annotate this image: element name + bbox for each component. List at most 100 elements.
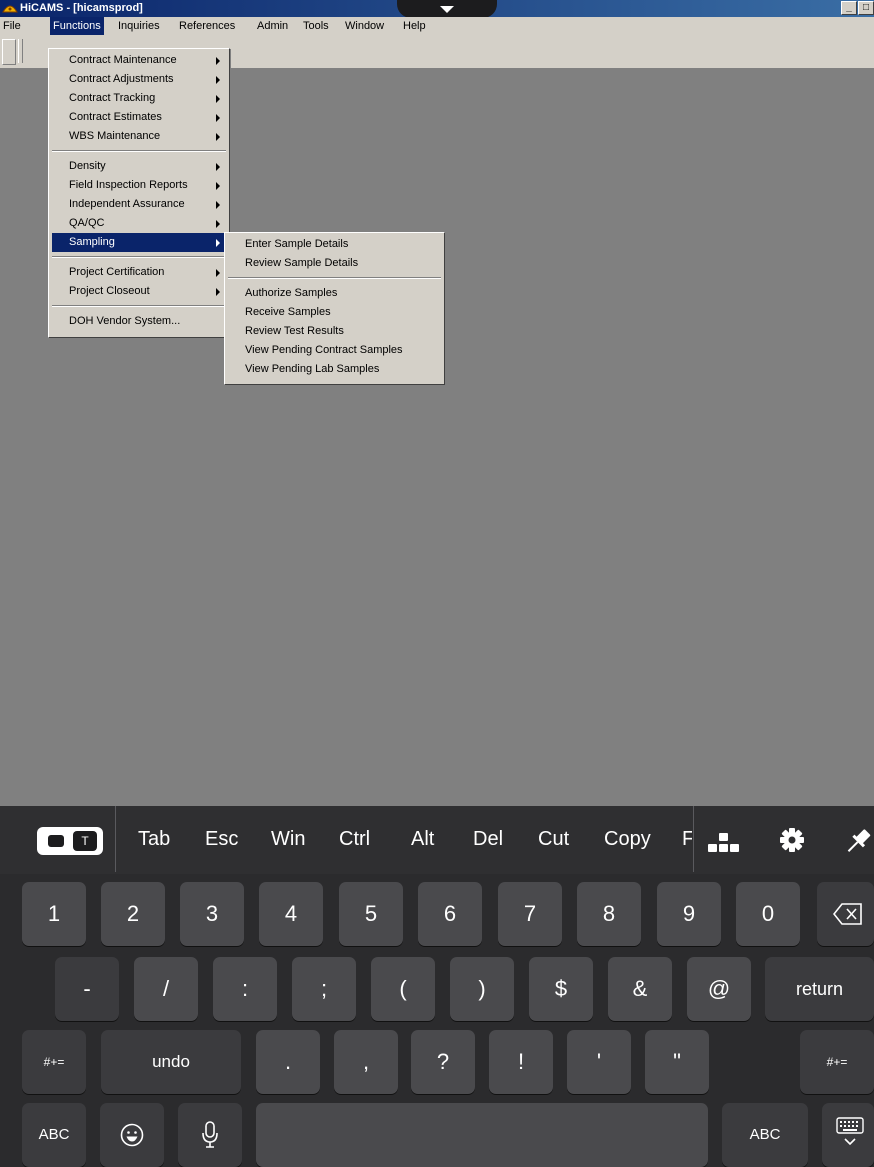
abc-key-left[interactable]: ABC [22, 1103, 86, 1167]
submenu-arrow-icon [216, 133, 220, 141]
key-semicolon[interactable]: ; [292, 957, 356, 1021]
menu-window[interactable]: Window [342, 17, 387, 35]
esc-key[interactable]: Esc [205, 828, 238, 851]
key-0[interactable]: 0 [736, 882, 800, 946]
submenu-arrow-icon [216, 239, 220, 247]
symbols-key-left[interactable]: #+= [22, 1030, 86, 1094]
menu-help[interactable]: Help [400, 17, 429, 35]
menu-item[interactable]: Project Closeout [52, 282, 226, 301]
menu-item[interactable]: Field Inspection Reports [52, 176, 226, 195]
submenu-item[interactable]: View Pending Contract Samples [228, 341, 441, 360]
key-close-paren[interactable]: ) [450, 957, 514, 1021]
layout-blocks-icon[interactable] [707, 831, 747, 855]
cut-key[interactable]: Cut [538, 828, 569, 851]
space-key[interactable] [256, 1103, 708, 1167]
toggle-label: T [73, 831, 97, 851]
win-key[interactable]: Win [271, 828, 305, 851]
remote-pulldown-tab[interactable] [397, 0, 497, 18]
key-1[interactable]: 1 [22, 882, 86, 946]
del-key[interactable]: Del [473, 828, 503, 851]
hicams-logo-icon [2, 5, 18, 13]
menu-inquiries[interactable]: Inquiries [115, 17, 163, 35]
submenu-item[interactable]: Receive Samples [228, 303, 441, 322]
pin-icon[interactable] [843, 826, 874, 856]
window-controls: _ □ [841, 1, 874, 16]
key-2[interactable]: 2 [101, 882, 165, 946]
menu-item[interactable]: QA/QC [52, 214, 226, 233]
function-key[interactable]: F [682, 828, 692, 851]
menu-item[interactable]: Contract Tracking [52, 89, 226, 108]
restore-button[interactable]: □ [858, 1, 874, 15]
key-hyphen[interactable]: - [55, 957, 119, 1021]
submenu-item[interactable]: Authorize Samples [228, 284, 441, 303]
keyboard-mode-toggle[interactable]: T [37, 827, 103, 855]
key-colon[interactable]: : [213, 957, 277, 1021]
menu-separator [52, 150, 226, 152]
key-9[interactable]: 9 [657, 882, 721, 946]
key-3[interactable]: 3 [180, 882, 244, 946]
backspace-icon [833, 903, 862, 925]
submenu-arrow-icon [216, 288, 220, 296]
tab-key[interactable]: Tab [138, 828, 170, 851]
submenu-arrow-icon [216, 76, 220, 84]
ctrl-key[interactable]: Ctrl [339, 828, 370, 851]
key-6[interactable]: 6 [418, 882, 482, 946]
menu-admin[interactable]: Admin [254, 17, 291, 35]
copy-key[interactable]: Copy [604, 828, 651, 851]
hide-keyboard-key[interactable] [822, 1103, 874, 1167]
submenu-arrow-icon [216, 163, 220, 171]
submenu-arrow-icon [216, 269, 220, 277]
onscreen-keyboard: T Tab Esc Win Ctrl Alt Del Cut Copy F 1 … [0, 806, 874, 1167]
key-dollar[interactable]: $ [529, 957, 593, 1021]
menu-item[interactable]: Contract Adjustments [52, 70, 226, 89]
menu-item[interactable]: Independent Assurance [52, 195, 226, 214]
abc-key-right[interactable]: ABC [722, 1103, 808, 1167]
keyboard-mode-icon [41, 831, 71, 851]
menu-item[interactable]: Contract Estimates [52, 108, 226, 127]
menu-item[interactable]: WBS Maintenance [52, 127, 226, 146]
key-4[interactable]: 4 [259, 882, 323, 946]
undo-key[interactable]: undo [101, 1030, 241, 1094]
return-key[interactable]: return [765, 957, 874, 1021]
emoji-key[interactable] [100, 1103, 164, 1167]
divider [115, 806, 116, 872]
submenu-item[interactable]: Enter Sample Details [228, 235, 441, 254]
submenu-item[interactable]: Review Test Results [228, 322, 441, 341]
key-slash[interactable]: / [134, 957, 198, 1021]
menu-item[interactable]: Project Certification [52, 263, 226, 282]
key-8[interactable]: 8 [577, 882, 641, 946]
submenu-item[interactable]: View Pending Lab Samples [228, 360, 441, 379]
gear-icon[interactable] [779, 827, 805, 853]
menu-item-sampling[interactable]: Sampling [52, 233, 226, 252]
menu-tools[interactable]: Tools [300, 17, 332, 35]
key-open-paren[interactable]: ( [371, 957, 435, 1021]
toolbar-button[interactable] [2, 39, 16, 65]
menu-item-label: Contract Maintenance [69, 54, 177, 66]
key-period[interactable]: . [256, 1030, 320, 1094]
backspace-key[interactable] [817, 882, 874, 946]
symbols-key-right[interactable]: #+= [800, 1030, 874, 1094]
submenu-item[interactable]: Review Sample Details [228, 254, 441, 273]
key-ampersand[interactable]: & [608, 957, 672, 1021]
menu-bar: File Functions Inquiries References Admi… [0, 17, 874, 35]
key-7[interactable]: 7 [498, 882, 562, 946]
alt-key[interactable]: Alt [411, 828, 434, 851]
key-exclamation[interactable]: ! [489, 1030, 553, 1094]
app-window: HiCAMS - [hicamsprod] _ □ File Functions… [0, 0, 874, 806]
menu-item[interactable]: Contract Maintenance [52, 51, 226, 70]
menu-item[interactable]: Density [52, 157, 226, 176]
menu-file[interactable]: File [0, 17, 24, 35]
key-quote[interactable]: " [645, 1030, 709, 1094]
menu-item[interactable]: DOH Vendor System... [52, 312, 226, 331]
key-5[interactable]: 5 [339, 882, 403, 946]
window-title: HiCAMS - [hicamsprod] [20, 2, 143, 14]
menu-references[interactable]: References [176, 17, 238, 35]
dictation-key[interactable] [178, 1103, 242, 1167]
key-at[interactable]: @ [687, 957, 751, 1021]
menu-item-label: View Pending Contract Samples [245, 344, 403, 356]
menu-functions[interactable]: Functions [50, 17, 104, 35]
key-apostrophe[interactable]: ' [567, 1030, 631, 1094]
key-question[interactable]: ? [411, 1030, 475, 1094]
key-comma[interactable]: , [334, 1030, 398, 1094]
minimize-button[interactable]: _ [841, 1, 857, 15]
